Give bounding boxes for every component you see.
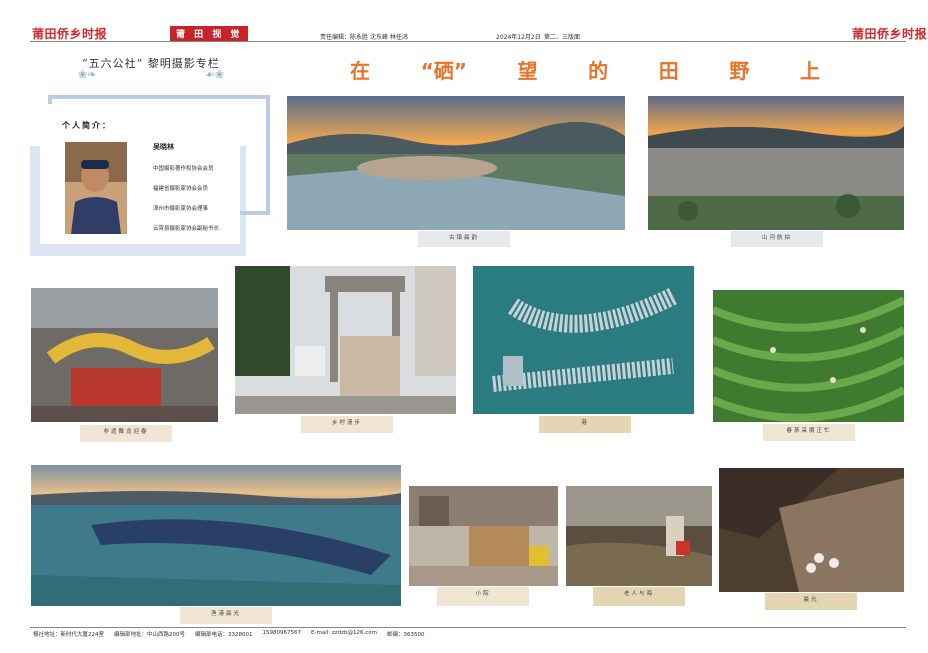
column-title: “五六公社” 黎明摄影专栏 [82, 57, 220, 70]
section-tag: 莆 田 视 觉 [170, 26, 249, 41]
main-title-char: 田 [658, 58, 679, 83]
caption: 非遗舞龙迎春 [80, 425, 172, 442]
main-title-char: 野 [729, 58, 750, 83]
leaf-ornament-left-icon: ❀❧ [78, 68, 97, 81]
bio-line: 福建省摄影家协会会员 [153, 186, 209, 192]
author-portrait [65, 142, 127, 234]
main-title-char: 望 [517, 58, 538, 83]
main-title-char: 上 [799, 58, 820, 83]
caption: 渔港晨光 [180, 607, 272, 624]
main-title: 在 “硒” 望 的 田 野 上 [350, 56, 820, 83]
leaf-ornament-right-icon: ☙❀ [205, 68, 225, 81]
bio-line: 中国摄影著作权协会会员 [153, 166, 214, 172]
main-title-char: “硒” [420, 58, 467, 83]
photo-fishing-ponds [31, 465, 401, 606]
footer-email: E-mail: zzdzb@126.com [311, 630, 377, 636]
footer-phone-label: 编辑部电话： [195, 632, 229, 638]
caption: 乡村漫步 [301, 416, 393, 433]
caption: 古镇晨韵 [418, 231, 510, 247]
caption: 小院 [437, 587, 529, 606]
footer-postcode: 邮编：363500 [387, 632, 425, 638]
header-rule [30, 41, 906, 42]
photo-courtyard [409, 486, 558, 586]
masthead-logo-left: 莆田侨乡时报 [32, 27, 108, 41]
footer-address: 报社地址：新时代大厦224室 [33, 632, 104, 638]
issue-date: 2024年12月2日 [496, 34, 541, 41]
photo-aerial-village [648, 96, 904, 230]
main-title-char: 的 [588, 58, 609, 83]
photo-harbor [473, 266, 694, 414]
footer: 报社地址：新时代大厦224室 编辑部地址：中山西路200号 编辑部电话：3328… [33, 630, 425, 638]
bio-card: 个人简介： 吴晓林 中国摄影著作权协会会员 福建省摄影家协会会员 漳州市摄影家协… [40, 104, 240, 244]
footer-mobile: 15980967567 [262, 630, 302, 636]
photo-ancient-town [287, 96, 625, 230]
photo-dragon-dance [31, 288, 218, 422]
masthead-logo-right: 莆田侨乡时报 [852, 27, 928, 41]
bio-line: 漳州市摄影家协会理事 [153, 206, 209, 212]
footer-rule [30, 627, 906, 628]
caption: 晨光 [765, 593, 857, 610]
footer-phone-number: 3328001 [228, 632, 253, 638]
editors-line: 责任编辑：陈永胜 沈东峰 林任鸿 [320, 34, 408, 41]
bio-heading: 个人简介： [62, 121, 112, 130]
footer-phone: 编辑部电话：3328001 [195, 630, 253, 638]
caption: 山河航拍 [731, 231, 823, 247]
page-label: 第二、三版面 [544, 34, 581, 41]
caption: 春茶采摘正忙 [763, 424, 855, 441]
photo-morning-light [719, 468, 904, 592]
photo-old-man-sea [566, 486, 712, 586]
author-name: 吴晓林 [153, 142, 174, 151]
photo-women-walking [235, 266, 456, 414]
photo-tea-garden [713, 290, 904, 422]
footer-office: 编辑部地址：中山西路200号 [114, 632, 185, 638]
main-title-char: 在 [350, 58, 370, 83]
bio-line: 云霄县摄影家协会副秘书长 [153, 226, 220, 232]
caption: 老人与海 [593, 587, 685, 606]
caption: 港 [539, 416, 631, 433]
